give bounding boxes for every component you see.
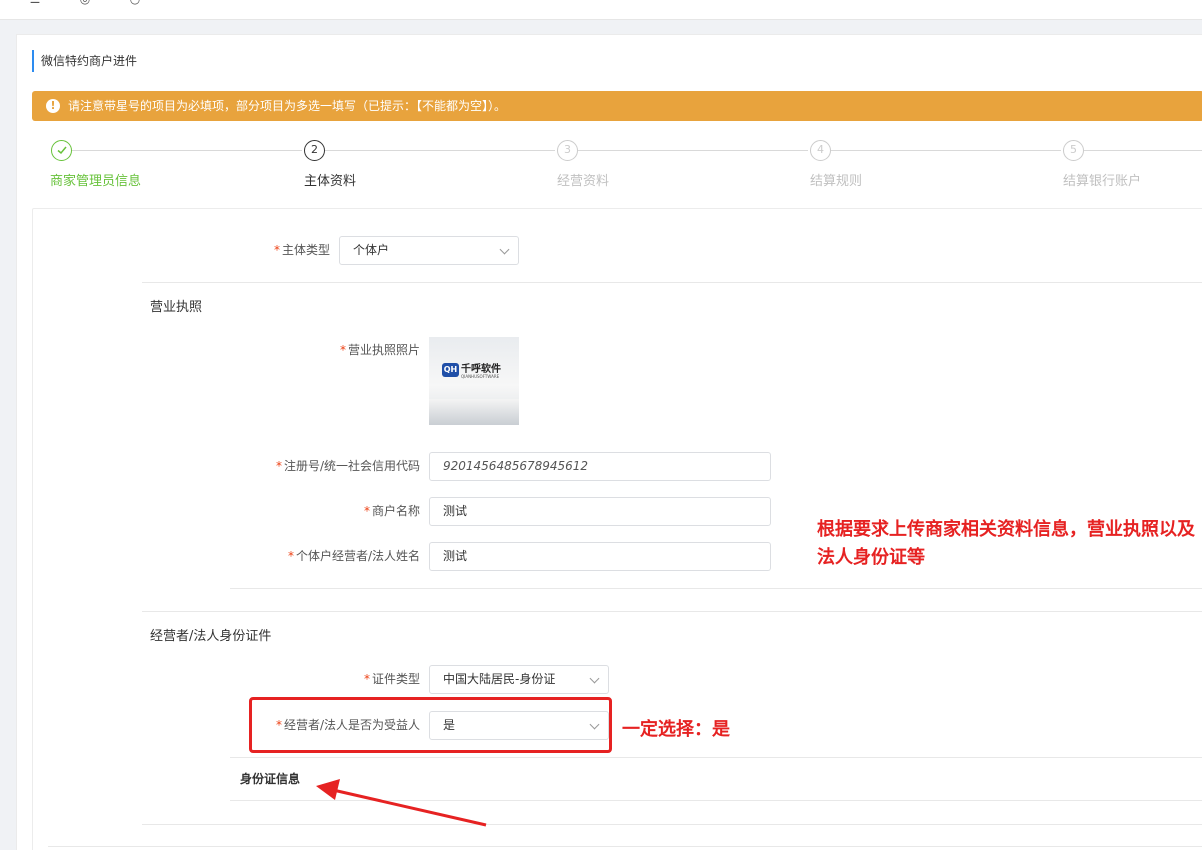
step-3-label: 经营资料 xyxy=(557,174,610,189)
warning-alert: ! 请注意带星号的项目为必填项，部分项目为多选一填写（已提示：【不能都为空】）。 xyxy=(32,91,1202,121)
license-photo-label: * 营业执照照片 xyxy=(339,343,420,357)
step-1-check-icon xyxy=(51,140,72,161)
divider xyxy=(142,611,1202,612)
divider xyxy=(230,800,1202,801)
id-type-label: * 证件类型 xyxy=(363,672,420,686)
step-connector xyxy=(72,150,302,151)
divider xyxy=(230,588,1202,589)
step-connector xyxy=(1084,150,1202,151)
divider xyxy=(142,824,1202,825)
divider xyxy=(230,757,1202,758)
step-connector xyxy=(831,150,1061,151)
license-photo-thumbnail[interactable]: QH 千呼软件 QIANHUSOFTWARE xyxy=(429,337,519,425)
annotation-upload-note: 根据要求上传商家相关资料信息，营业执照以及法人身份证等 xyxy=(817,519,1195,568)
legal-name-input[interactable]: 测试 xyxy=(429,542,771,571)
annotation-highlight-box xyxy=(249,697,612,753)
alert-text: 请注意带星号的项目为必填项，部分项目为多选一填写（已提示：【不能都为空】）。 xyxy=(68,99,507,113)
page-title: 微信特约商户进件 xyxy=(32,50,137,72)
logo-text: 千呼软件 xyxy=(461,364,501,375)
id-info-title: 身份证信息 xyxy=(240,772,301,786)
section-id-document: 经营者/法人身份证件 xyxy=(150,629,272,644)
divider xyxy=(48,846,1202,847)
step-connector xyxy=(578,150,808,151)
annotation-select-note: 一定选择：是 xyxy=(622,719,730,740)
step-5-number: 5 xyxy=(1063,140,1084,161)
merchant-name-input[interactable]: 测试 xyxy=(429,497,771,526)
step-4-number: 4 xyxy=(810,140,831,161)
photo-background xyxy=(429,399,519,425)
reg-no-input[interactable]: 9201456485678945612 xyxy=(429,452,771,481)
chevron-down-icon xyxy=(499,244,510,255)
subject-type-label: * 主体类型 xyxy=(273,243,330,257)
step-3-number: 3 xyxy=(557,140,578,161)
merchant-name-label: * 商户名称 xyxy=(363,504,420,518)
reg-no-label: * 注册号/统一社会信用代码 xyxy=(275,459,420,473)
legal-name-label: * 个体户经营者/法人姓名 xyxy=(287,549,420,563)
step-1-label: 商家管理员信息 xyxy=(50,174,142,189)
menu-icon[interactable]: ☰ xyxy=(28,0,42,6)
step-2-number: 2 xyxy=(304,140,325,161)
step-progress: 商家管理员信息 2 主体资料 3 经营资料 4 结算规则 5 结算银行账户 xyxy=(0,138,1202,198)
divider xyxy=(142,282,1202,283)
chevron-down-icon xyxy=(589,673,600,684)
refresh-icon[interactable]: ◎ xyxy=(78,0,92,6)
company-logo-icon: QH xyxy=(442,363,459,377)
section-business-license: 营业执照 xyxy=(150,300,203,315)
help-icon[interactable]: ○ xyxy=(128,0,142,6)
subject-type-select[interactable]: 个体户 xyxy=(339,236,519,265)
step-5-label: 结算银行账户 xyxy=(1063,174,1142,189)
logo-subtext: QIANHUSOFTWARE xyxy=(461,374,500,379)
step-connector xyxy=(325,150,555,151)
top-toolbar: ☰ ◎ ○ xyxy=(0,0,1202,20)
id-type-select[interactable]: 中国大陆居民-身份证 xyxy=(429,665,609,694)
step-2-label: 主体资料 xyxy=(304,174,357,189)
step-4-label: 结算规则 xyxy=(810,174,863,189)
warning-icon: ! xyxy=(46,99,60,113)
